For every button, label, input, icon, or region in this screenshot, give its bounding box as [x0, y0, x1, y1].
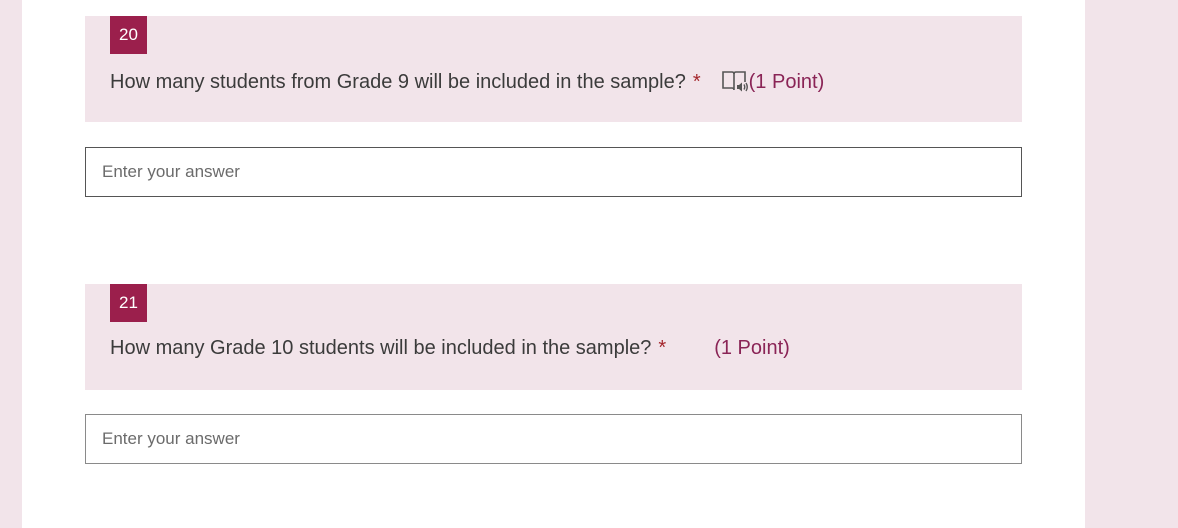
question-title: How many Grade 10 students will be inclu…: [110, 337, 790, 360]
question-text: How many Grade 10 students will be inclu…: [110, 337, 652, 359]
answer-input[interactable]: [86, 148, 1021, 196]
question-header: 20 How many students from Grade 9 will b…: [85, 16, 1022, 122]
required-mark: *: [658, 337, 667, 359]
question-20: 20 How many students from Grade 9 will b…: [85, 16, 1022, 122]
immersive-reader-icon[interactable]: [721, 69, 749, 95]
question-21: 21 How many Grade 10 students will be in…: [85, 284, 1022, 390]
question-number-badge: 21: [110, 284, 147, 322]
answer-input[interactable]: [86, 415, 1021, 463]
answer-field-21[interactable]: [85, 414, 1022, 464]
required-mark: *: [692, 70, 701, 93]
question-points: (1 Point): [714, 337, 790, 359]
question-text: How many students from Grade 9 will be i…: [110, 70, 686, 93]
answer-field-20[interactable]: [85, 147, 1022, 197]
question-title: How many students from Grade 9 will be i…: [110, 69, 824, 95]
question-number-badge: 20: [110, 16, 147, 54]
question-header: 21 How many Grade 10 students will be in…: [85, 284, 1022, 390]
question-points: (1 Point): [748, 70, 825, 93]
